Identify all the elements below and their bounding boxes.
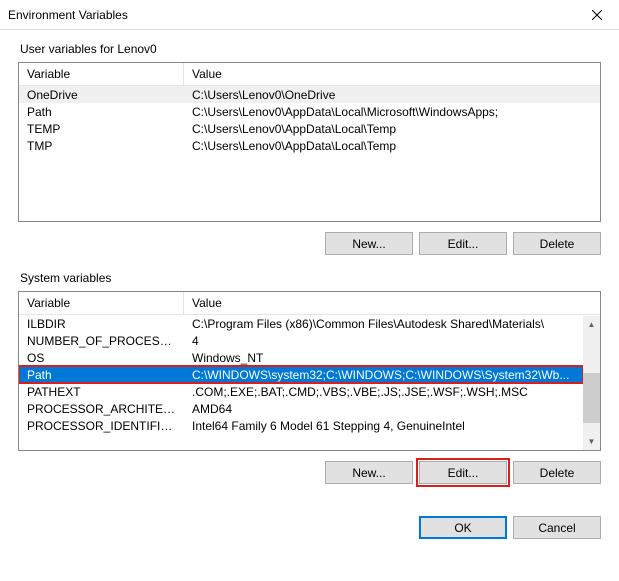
scroll-track[interactable] xyxy=(583,333,600,433)
scroll-down-icon[interactable]: ▼ xyxy=(583,433,600,450)
cell-variable: TEMP xyxy=(19,121,184,137)
user-variables-table: Variable Value OneDrive C:\Users\Lenov0\… xyxy=(18,62,601,222)
cell-value: C:\Users\Lenov0\AppData\Local\Temp xyxy=(184,121,600,137)
new-button[interactable]: New... xyxy=(325,232,413,255)
cell-value: 4 xyxy=(184,333,583,349)
table-row[interactable]: NUMBER_OF_PROCESSORS 4 xyxy=(19,332,583,349)
cell-variable: Path xyxy=(19,104,184,120)
cell-variable: OS xyxy=(19,350,184,366)
new-button[interactable]: New... xyxy=(325,461,413,484)
cell-value: C:\Users\Lenov0\OneDrive xyxy=(184,87,600,103)
cell-variable: Path xyxy=(19,367,184,383)
table-row[interactable]: PROCESSOR_ARCHITECTURE AMD64 xyxy=(19,400,583,417)
dialog-button-row: OK Cancel xyxy=(0,516,619,551)
table-row[interactable]: PROCESSOR_IDENTIFIER Intel64 Family 6 Mo… xyxy=(19,417,583,434)
cell-value: AMD64 xyxy=(184,401,583,417)
cancel-button[interactable]: Cancel xyxy=(513,516,601,539)
column-header-value[interactable]: Value xyxy=(184,63,600,85)
delete-button[interactable]: Delete xyxy=(513,232,601,255)
cell-variable: PROCESSOR_IDENTIFIER xyxy=(19,418,184,434)
cell-variable: NUMBER_OF_PROCESSORS xyxy=(19,333,184,349)
cell-variable: OneDrive xyxy=(19,87,184,103)
cell-value: .COM;.EXE;.BAT;.CMD;.VBS;.VBE;.JS;.JSE;.… xyxy=(184,384,583,400)
cell-variable: TMP xyxy=(19,138,184,154)
table-row[interactable]: Path C:\Users\Lenov0\AppData\Local\Micro… xyxy=(19,103,600,120)
table-header: Variable Value xyxy=(19,292,600,315)
cell-value: C:\Users\Lenov0\AppData\Local\Temp xyxy=(184,138,600,154)
delete-button[interactable]: Delete xyxy=(513,461,601,484)
table-row[interactable]: PATHEXT .COM;.EXE;.BAT;.CMD;.VBS;.VBE;.J… xyxy=(19,383,583,400)
user-variables-section: User variables for Lenov0 Variable Value… xyxy=(18,42,601,255)
column-header-variable[interactable]: Variable xyxy=(19,292,184,314)
scroll-up-icon[interactable]: ▲ xyxy=(583,316,600,333)
cell-variable: ILBDIR xyxy=(19,316,184,332)
titlebar: Environment Variables xyxy=(0,0,619,30)
close-icon xyxy=(592,10,602,20)
table-header: Variable Value xyxy=(19,63,600,86)
cell-variable: PROCESSOR_ARCHITECTURE xyxy=(19,401,184,417)
ok-button[interactable]: OK xyxy=(419,516,507,539)
table-row[interactable]: TMP C:\Users\Lenov0\AppData\Local\Temp xyxy=(19,137,600,154)
system-variables-table: Variable Value ILBDIR C:\Program Files (… xyxy=(18,291,601,451)
user-table-body: OneDrive C:\Users\Lenov0\OneDrive Path C… xyxy=(19,86,600,220)
system-table-body: ILBDIR C:\Program Files (x86)\Common Fil… xyxy=(19,315,583,449)
edit-button[interactable]: Edit... xyxy=(419,232,507,255)
cell-value: C:\WINDOWS\system32;C:\WINDOWS;C:\WINDOW… xyxy=(184,367,583,383)
table-row[interactable]: OS Windows_NT xyxy=(19,349,583,366)
scrollbar[interactable]: ▲ ▼ xyxy=(583,316,600,450)
cell-value: Intel64 Family 6 Model 61 Stepping 4, Ge… xyxy=(184,418,583,434)
table-row[interactable]: ILBDIR C:\Program Files (x86)\Common Fil… xyxy=(19,315,583,332)
table-row-selected[interactable]: Path C:\WINDOWS\system32;C:\WINDOWS;C:\W… xyxy=(19,366,583,383)
cell-value: C:\Program Files (x86)\Common Files\Auto… xyxy=(184,316,583,332)
user-button-row: New... Edit... Delete xyxy=(18,232,601,255)
system-button-row: New... Edit... Delete xyxy=(18,461,601,484)
system-section-label: System variables xyxy=(18,271,601,285)
dialog-content: User variables for Lenov0 Variable Value… xyxy=(0,30,619,508)
edit-button[interactable]: Edit... xyxy=(419,461,507,484)
scroll-thumb[interactable] xyxy=(583,373,600,423)
table-row[interactable]: TEMP C:\Users\Lenov0\AppData\Local\Temp xyxy=(19,120,600,137)
system-variables-section: System variables Variable Value ILBDIR C… xyxy=(18,271,601,484)
cell-value: C:\Users\Lenov0\AppData\Local\Microsoft\… xyxy=(184,104,600,120)
column-header-value[interactable]: Value xyxy=(184,292,600,314)
column-header-variable[interactable]: Variable xyxy=(19,63,184,85)
cell-variable: PATHEXT xyxy=(19,384,184,400)
user-section-label: User variables for Lenov0 xyxy=(18,42,601,56)
table-row[interactable]: OneDrive C:\Users\Lenov0\OneDrive xyxy=(19,86,600,103)
dialog-title: Environment Variables xyxy=(8,8,128,22)
cell-value: Windows_NT xyxy=(184,350,583,366)
close-button[interactable] xyxy=(574,0,619,30)
